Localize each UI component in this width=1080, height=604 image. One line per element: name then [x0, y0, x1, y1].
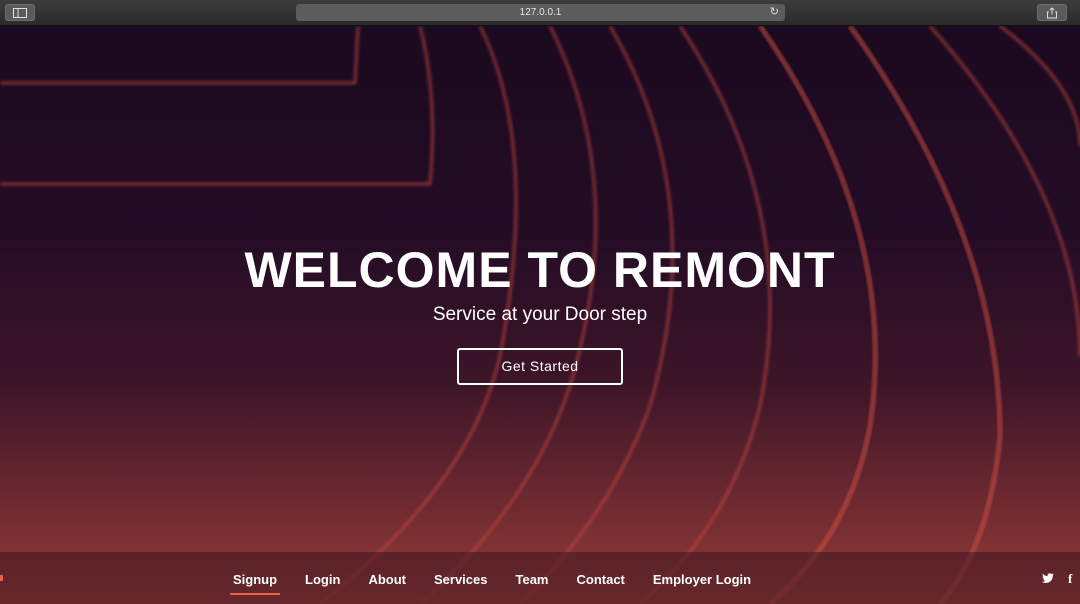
- facebook-icon[interactable]: f: [1068, 571, 1072, 587]
- nav-item-about[interactable]: About: [368, 572, 406, 593]
- address-bar[interactable]: 127.0.0.1 ↻: [296, 4, 785, 21]
- hero-subtitle: Service at your Door step: [432, 304, 648, 325]
- share-button[interactable]: [1037, 4, 1067, 21]
- nav-item-contact[interactable]: Contact: [576, 572, 624, 593]
- twitter-icon[interactable]: [1041, 572, 1055, 587]
- sidebar-icon: [13, 7, 27, 18]
- nav-item-login[interactable]: Login: [305, 572, 340, 593]
- url-text: 127.0.0.1: [519, 7, 562, 18]
- browser-toolbar: 127.0.0.1 ↻: [0, 0, 1080, 26]
- bottom-navbar: Signup Login About Services Team Contact…: [0, 552, 1080, 604]
- share-icon: [1047, 6, 1057, 18]
- nav-item-team[interactable]: Team: [515, 572, 548, 593]
- nav-item-services[interactable]: Services: [434, 572, 488, 593]
- get-started-button[interactable]: Get Started: [457, 348, 623, 385]
- brand-logo-fragment[interactable]: [0, 575, 3, 581]
- hero-section: WELCOME TO REMONT Service at your Door s…: [0, 26, 1080, 604]
- nav-menu: Signup Login About Services Team Contact…: [229, 572, 779, 595]
- nav-item-signup[interactable]: Signup: [229, 572, 281, 595]
- nav-item-employer-login[interactable]: Employer Login: [653, 572, 751, 593]
- hero-title: WELCOME TO REMONT: [244, 242, 836, 298]
- reload-icon[interactable]: ↻: [770, 5, 779, 19]
- hero-content: WELCOME TO REMONT Service at your Door s…: [0, 240, 1080, 385]
- sidebar-toggle-button[interactable]: [5, 4, 35, 21]
- twitter-glyph: [1041, 573, 1054, 584]
